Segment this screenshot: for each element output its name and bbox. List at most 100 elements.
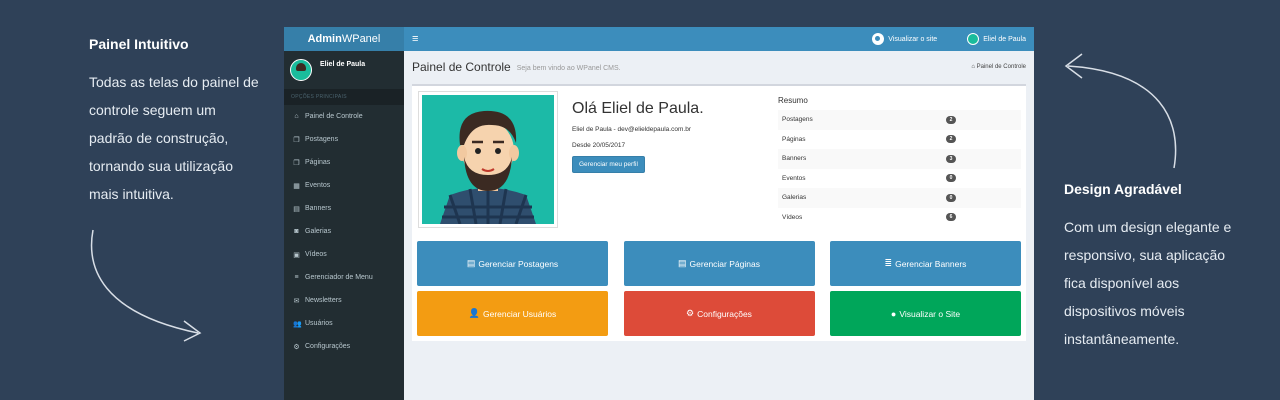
- sidebar-item-4[interactable]: ▤ Banners: [284, 197, 404, 220]
- right-promo-title: Design Agradável: [1064, 181, 1182, 197]
- left-promo-title: Painel Intuitivo: [89, 36, 189, 52]
- summary-title: Resumo: [778, 96, 808, 105]
- sidebar-toggle-icon[interactable]: ≡: [412, 33, 418, 45]
- tile-icon: ●: [890, 308, 897, 319]
- summary-row: Eventos 0: [778, 169, 1021, 189]
- sidebar-user-panel: Eliel de Paula: [284, 51, 404, 89]
- left-promo-text: Todas as telas do painel de controle seg…: [89, 74, 259, 202]
- profile-email: Eliel de Paula - dev@elieldepaula.com.br: [572, 126, 691, 133]
- sidebar-item-label: Páginas: [305, 159, 331, 166]
- sidebar-item-label: Painel de Controle: [305, 113, 363, 120]
- tile-configuracoes-button[interactable]: ⚙ Configurações: [623, 291, 815, 336]
- tile-gerenciar-postagens-button[interactable]: ▤ Gerenciar Postagens: [417, 241, 608, 286]
- summary-label: Vídeos: [782, 213, 803, 221]
- sidebar-item-label: Newsletters: [305, 297, 342, 304]
- summary-row: Banners 3: [778, 149, 1021, 169]
- admin-panel-window: Admin WPanel ≡ Visualizar o site Eliel de…: [284, 27, 1034, 400]
- curved-arrow-right-icon: [90, 229, 202, 342]
- sidebar-item-8[interactable]: ✉ Newsletters: [284, 289, 404, 312]
- sidebar-item-10[interactable]: ⚙ Configurações: [284, 335, 404, 358]
- profile-photo: [419, 92, 557, 227]
- summary-label: Galerias: [782, 194, 807, 202]
- sidebar-item-label: Eventos: [305, 182, 331, 189]
- sidebar-item-label: Gerenciador de Menu: [305, 274, 373, 281]
- tile-icon: 👤: [468, 308, 480, 318]
- sidebar-item-icon: ❐: [293, 136, 300, 144]
- sidebar-item-icon: ▦: [293, 182, 300, 190]
- left-promo: Painel Intuitivo Todas as telas do paine…: [89, 36, 259, 208]
- app-logo[interactable]: Admin WPanel: [284, 27, 404, 51]
- summary-count-badge: 2: [946, 135, 956, 144]
- breadcrumb[interactable]: ⌂ Painel de Controle: [971, 64, 1026, 70]
- sidebar-item-6[interactable]: ▣ Vídeos: [284, 243, 404, 266]
- tile-visualizar-o-site-button[interactable]: ● Visualizar o Site: [830, 291, 1021, 336]
- tile-label: Configurações: [697, 308, 752, 319]
- profile-greeting: Olá Eliel de Paula.: [572, 100, 704, 117]
- sidebar-item-label: Banners: [305, 205, 332, 212]
- sidebar-item-icon: ✉: [293, 297, 300, 305]
- sidebar-item-icon: ▤: [293, 205, 300, 213]
- sidebar-item-9[interactable]: 👥 Usuários: [284, 312, 404, 335]
- sidebar-item-label: Usuários: [305, 320, 333, 327]
- tile-icon: ⚙: [686, 308, 695, 318]
- page-subtitle: Seja bem vindo ao WPanel CMS.: [516, 65, 621, 72]
- sidebar-item-icon: ≡: [294, 274, 299, 281]
- page-header: Painel de Controle Seja bem vindo ao WPa…: [404, 51, 1034, 83]
- profile-since: Desde 20/05/2017: [572, 142, 626, 149]
- summary-count-badge: 2: [946, 115, 956, 124]
- summary-row: Páginas 2: [778, 130, 1021, 150]
- tile-icon: ▤: [678, 258, 687, 268]
- manage-profile-button[interactable]: Gerenciar meu perfil: [572, 156, 645, 173]
- sidebar-item-icon: 👥: [293, 320, 302, 328]
- sidebar-item-icon: ◙: [294, 228, 299, 235]
- view-site-link[interactable]: Visualizar o site: [872, 33, 937, 45]
- main-content: Painel de Controle Seja bem vindo ao WPa…: [404, 51, 1034, 400]
- curved-arrow-left-icon: [1064, 53, 1177, 169]
- summary-row: Galerias 0: [778, 188, 1021, 208]
- tile-label: Visualizar o Site: [899, 308, 961, 319]
- sidebar-item-label: Galerias: [305, 228, 332, 235]
- tile-gerenciar-paginas-button[interactable]: ▤ Gerenciar Páginas: [623, 241, 815, 286]
- sidebar-item-icon: ⚙: [293, 343, 300, 351]
- sidebar-item-3[interactable]: ▦ Eventos: [284, 174, 404, 197]
- sidebar-item-1[interactable]: ❐ Postagens: [284, 128, 404, 151]
- tile-icon: ▤: [466, 258, 476, 268]
- user-menu-label: Eliel de Paula: [983, 35, 1026, 43]
- tile-gerenciar-banners-button[interactable]: ≣ Gerenciar Banners: [830, 241, 1021, 286]
- sidebar-section-header: OPÇÕES PRINCIPAIS: [284, 89, 404, 105]
- user-menu[interactable]: Eliel de Paula: [967, 33, 1026, 45]
- sidebar: Eliel de Paula OPÇÕES PRINCIPAIS ⌂ Painel…: [284, 51, 404, 400]
- sidebar-item-2[interactable]: ❐ Páginas: [284, 151, 404, 174]
- logo-rest: WPanel: [341, 33, 381, 45]
- tile-label: Gerenciar Banners: [895, 258, 967, 269]
- summary-count-badge: 0: [946, 174, 956, 183]
- sidebar-item-label: Postagens: [305, 136, 339, 143]
- sidebar-item-7[interactable]: ≡ Gerenciador de Menu: [284, 266, 404, 289]
- summary-label: Páginas: [782, 135, 806, 143]
- tile-icon: ≣: [884, 258, 893, 268]
- summary-panel: Resumo Postagens 2 Páginas 2 Banners 3 Eventos…: [778, 96, 1021, 227]
- tile-label: Gerenciar Usuários: [482, 308, 557, 319]
- user-avatar-small: [967, 33, 980, 45]
- summary-count-badge: 0: [946, 193, 956, 202]
- summary-count-badge: 3: [946, 154, 956, 163]
- globe-icon: [872, 33, 885, 45]
- profile-illustration-icon: [422, 95, 554, 224]
- sidebar-item-5[interactable]: ◙ Galerias: [284, 220, 404, 243]
- summary-row: Vídeos 6: [778, 208, 1021, 228]
- sidebar-user-name: Eliel de Paula: [320, 61, 366, 68]
- right-promo: Design Agradável Com um design elegante …: [1064, 181, 1234, 353]
- sidebar-item-0[interactable]: ⌂ Painel de Controle: [284, 105, 404, 128]
- summary-row: Postagens 2: [778, 110, 1021, 130]
- summary-label: Banners: [782, 155, 807, 163]
- tile-gerenciar-usuarios-button[interactable]: 👤 Gerenciar Usuários: [417, 291, 608, 336]
- breadcrumb-label: Painel de Controle: [976, 64, 1026, 70]
- dashboard-box: Olá Eliel de Paula. Eliel de Paula - dev…: [412, 84, 1026, 341]
- top-navbar: Admin WPanel ≡ Visualizar o site Eliel de…: [284, 27, 1034, 51]
- summary-table: Postagens 2 Páginas 2 Banners 3 Eventos 0 Galeri…: [778, 110, 1021, 227]
- sidebar-item-icon: ▣: [293, 251, 300, 259]
- logo-bold: Admin: [307, 33, 342, 45]
- sidebar-item-icon: ⌂: [294, 113, 299, 120]
- tile-label: Gerenciar Páginas: [689, 258, 760, 269]
- summary-label: Postagens: [782, 116, 813, 124]
